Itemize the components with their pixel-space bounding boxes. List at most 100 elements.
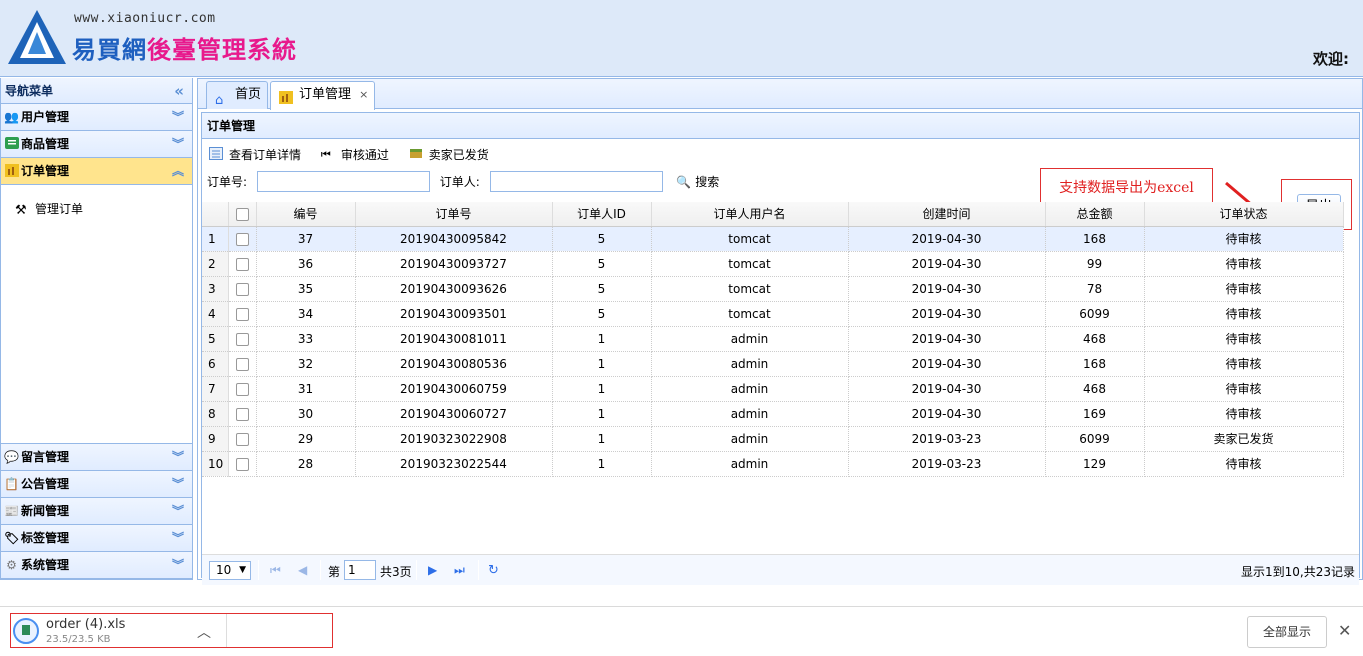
row-checkbox[interactable] [228, 226, 257, 252]
menu-tag-management[interactable]: 🏷 标签管理 ︾ [1, 525, 192, 552]
order-no-input[interactable] [256, 171, 430, 192]
cell-created: 2019-04-30 [848, 301, 1046, 327]
row-number: 9 [202, 426, 229, 452]
next-page-icon[interactable]: ▶ [428, 563, 437, 577]
approve-button[interactable]: ⏮ 审核通过 [321, 147, 389, 163]
tabs-bar: ⌂ 首页 订单管理 × [198, 79, 1362, 110]
tab-order-management[interactable]: 订单管理 × [270, 81, 376, 110]
pagination-bar: 10 ▼ ⏮ ◀ 第 1 共3页 ▶ ⏭ ↻ 显示1到10,共23记录 [202, 554, 1359, 585]
cell-user-id: 5 [552, 276, 652, 302]
cell-username: admin [651, 426, 849, 452]
column-header[interactable]: 订单人用户名 [651, 202, 849, 227]
close-icon[interactable]: × [359, 88, 368, 101]
menu-message-management[interactable]: 💬 留言管理 ︾ [1, 444, 192, 471]
cell-username: tomcat [651, 301, 849, 327]
cell-username: tomcat [651, 251, 849, 277]
view-order-detail-button[interactable]: 查看订单详情 [209, 147, 301, 163]
orderer-input[interactable] [489, 171, 663, 192]
column-header[interactable]: 订单人ID [552, 202, 652, 227]
orderer-label: 订单人: [439, 175, 480, 189]
chevron-down-icon: ︾ [171, 531, 184, 545]
table-row[interactable]: 8 30 20190430060727 1 admin 2019-04-30 1… [202, 401, 1344, 427]
order-no-label: 订单号: [207, 175, 248, 189]
menu-label: 用户管理 [21, 110, 70, 124]
menu-system-management[interactable]: ⚙ 系统管理 ︾ [1, 552, 192, 579]
cell-user-id: 1 [552, 401, 652, 427]
table-row[interactable]: 9 29 20190323022908 1 admin 2019-03-23 6… [202, 426, 1344, 452]
row-checkbox[interactable] [228, 251, 257, 277]
panel-title: 订单管理 [202, 113, 1359, 139]
page-size-select[interactable]: 10 ▼ [209, 561, 251, 580]
last-page-icon[interactable]: ⏭ [454, 563, 465, 578]
refresh-icon[interactable]: ↻ [488, 563, 499, 578]
cell-order-no: 20190430081011 [355, 326, 553, 352]
show-all-button[interactable]: 全部显示 [1247, 616, 1327, 648]
column-header[interactable]: 编号 [256, 202, 356, 227]
row-checkbox[interactable] [228, 301, 257, 327]
cell-order-no: 20190323022544 [355, 451, 553, 477]
cell-user-id: 1 [552, 351, 652, 377]
column-header[interactable]: 创建时间 [848, 202, 1046, 227]
cell-status: 待审核 [1144, 351, 1344, 377]
row-checkbox[interactable] [228, 326, 257, 352]
cell-status: 待审核 [1144, 451, 1344, 477]
cell-username: tomcat [651, 276, 849, 302]
ship-icon [409, 147, 423, 163]
row-checkbox[interactable] [228, 376, 257, 402]
cell-user-id: 1 [552, 376, 652, 402]
menu-user-management[interactable]: 👥 用户管理 ︾ [1, 104, 192, 131]
row-checkbox[interactable] [228, 401, 257, 427]
table-row[interactable]: 3 35 20190430093626 5 tomcat 2019-04-30 … [202, 276, 1344, 302]
row-checkbox[interactable] [228, 276, 257, 302]
row-checkbox[interactable] [228, 351, 257, 377]
table-row[interactable]: 10 28 20190323022544 1 admin 2019-03-23 … [202, 451, 1344, 477]
row-number: 3 [202, 276, 229, 302]
close-icon[interactable]: ✕ [1338, 621, 1351, 640]
page-number-input[interactable]: 1 [344, 560, 376, 580]
table-row[interactable]: 5 33 20190430081011 1 admin 2019-04-30 4… [202, 326, 1344, 352]
prev-page-icon[interactable]: ◀ [298, 563, 307, 577]
submenu-manage-orders[interactable]: ⚒ 管理订单 [15, 199, 192, 219]
row-checkbox[interactable] [228, 451, 257, 477]
first-page-icon[interactable]: ⏮ [270, 563, 281, 578]
order-grid: 编号 订单号 订单人ID 订单人用户名 创建时间 总金额 订单状态 1 37 2… [202, 202, 1359, 529]
users-icon: 👥 [4, 110, 19, 124]
cell-id: 36 [256, 251, 356, 277]
menu-product-management[interactable]: 商品管理 ︾ [1, 131, 192, 158]
list-icon [4, 137, 19, 151]
cell-status: 待审核 [1144, 326, 1344, 352]
column-header[interactable]: 订单号 [355, 202, 553, 227]
download-filename: order (4).xls [46, 617, 126, 632]
excel-file-icon [13, 618, 39, 644]
tab-home[interactable]: ⌂ 首页 [206, 81, 269, 109]
row-number: 6 [202, 351, 229, 377]
menu-news-management[interactable]: 📰 新闻管理 ︾ [1, 498, 192, 525]
cell-id: 34 [256, 301, 356, 327]
row-number: 1 [202, 226, 229, 252]
table-row[interactable]: 4 34 20190430093501 5 tomcat 2019-04-30 … [202, 301, 1344, 327]
collapse-icon[interactable]: « [174, 78, 184, 104]
chevron-down-icon: ︾ [171, 504, 184, 518]
table-row[interactable]: 2 36 20190430093727 5 tomcat 2019-04-30 … [202, 251, 1344, 277]
menu-notice-management[interactable]: 📋 公告管理 ︾ [1, 471, 192, 498]
row-checkbox[interactable] [228, 426, 257, 452]
chart-icon [279, 88, 293, 114]
table-row[interactable]: 6 32 20190430080536 1 admin 2019-04-30 1… [202, 351, 1344, 377]
cell-amount: 6099 [1045, 426, 1145, 452]
table-row[interactable]: 1 37 20190430095842 5 tomcat 2019-04-30 … [202, 226, 1344, 252]
column-header[interactable]: 总金额 [1045, 202, 1145, 227]
cell-id: 37 [256, 226, 356, 252]
cell-status: 待审核 [1144, 401, 1344, 427]
menu-order-management[interactable]: 订单管理 ︽ [1, 158, 192, 185]
notice-icon: 📋 [4, 477, 19, 491]
seller-shipped-button[interactable]: 卖家已发货 [409, 147, 489, 163]
select-all-checkbox[interactable] [228, 202, 257, 227]
cell-order-no: 20190430093501 [355, 301, 553, 327]
search-button[interactable]: 🔍 搜索 [672, 173, 719, 190]
cell-amount: 169 [1045, 401, 1145, 427]
download-item[interactable]: order (4).xls 23.5/23.5 KB ︿ [11, 614, 227, 647]
pager-separator [320, 560, 321, 580]
chevron-up-icon[interactable]: ︿ [197, 622, 211, 642]
table-row[interactable]: 7 31 20190430060759 1 admin 2019-04-30 4… [202, 376, 1344, 402]
column-header[interactable]: 订单状态 [1144, 202, 1344, 227]
